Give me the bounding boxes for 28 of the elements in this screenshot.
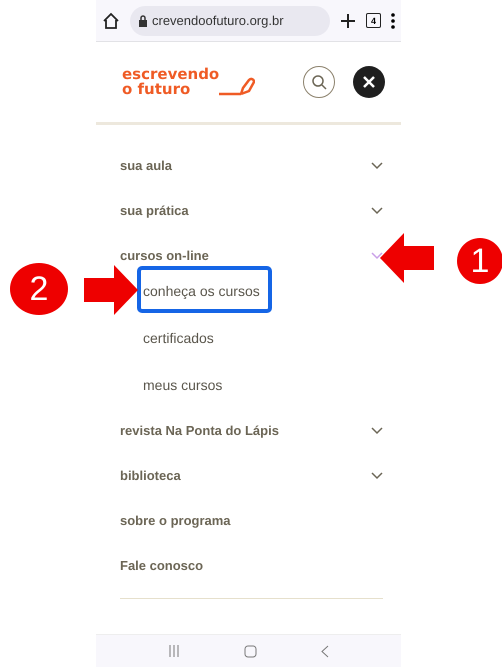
close-icon — [363, 76, 375, 88]
number-badge: 2 — [10, 263, 68, 315]
menu-item[interactable]: Fale conosco — [120, 558, 204, 573]
pencil-icon — [219, 75, 256, 97]
arrow-icon — [84, 265, 138, 315]
menu-item[interactable]: cursos on-line — [120, 248, 209, 263]
search-button[interactable] — [303, 66, 335, 98]
plus-icon[interactable] — [340, 12, 356, 28]
menu-item[interactable]: revista Na Ponta do Lápis — [120, 423, 279, 438]
menu-item[interactable]: sua aula — [120, 158, 172, 173]
address-field[interactable]: crevendoofuturo.org.br — [130, 6, 330, 36]
search-icon — [311, 74, 327, 90]
number-badge: 1 — [457, 238, 502, 284]
recent-apps-icon[interactable] — [168, 645, 180, 657]
arrow-icon — [380, 233, 434, 283]
submenu-item[interactable]: meus cursos — [143, 376, 222, 392]
menu-item[interactable]: sua prática — [120, 203, 189, 218]
home-icon[interactable] — [102, 12, 120, 30]
tab-count[interactable]: 4 — [366, 13, 381, 28]
lock-icon — [138, 14, 148, 26]
close-button[interactable] — [353, 66, 385, 98]
more-icon[interactable] — [391, 12, 395, 28]
logo[interactable]: escrevendo o futuro — [122, 67, 220, 97]
menu-item[interactable]: biblioteca — [120, 468, 181, 483]
back-icon[interactable] — [321, 644, 329, 658]
menu-item[interactable]: sobre o programa — [120, 513, 231, 528]
submenu-item[interactable]: conheça os cursos — [143, 282, 260, 298]
submenu-item[interactable]: certificados — [143, 330, 214, 346]
